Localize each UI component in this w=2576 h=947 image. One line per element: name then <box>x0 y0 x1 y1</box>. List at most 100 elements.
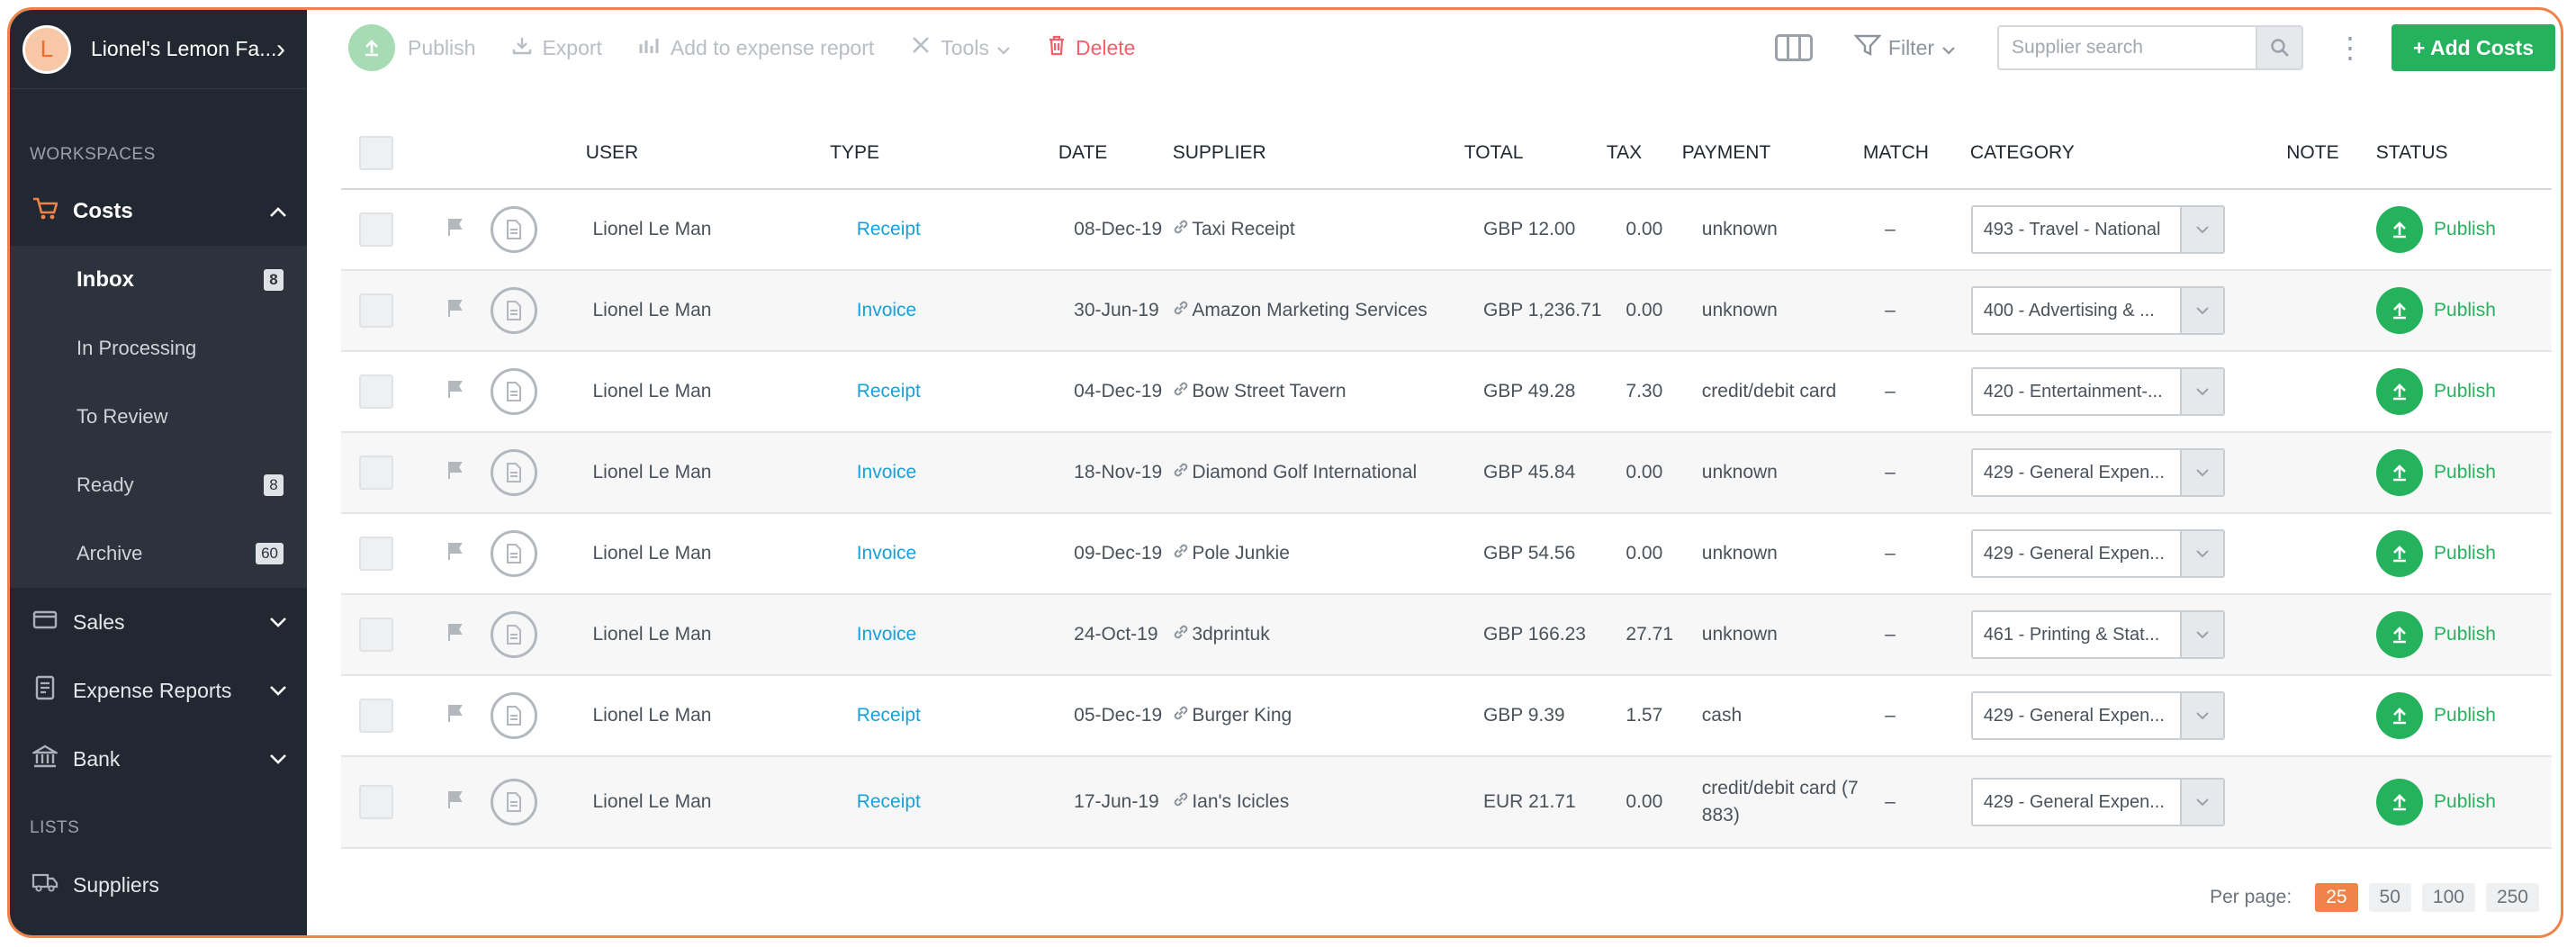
row-publish-button[interactable]: Publish <box>2376 206 2552 253</box>
subnav-to-review[interactable]: To Review <box>10 383 307 451</box>
header-status[interactable]: STATUS <box>2376 142 2552 164</box>
subnav-archive[interactable]: Archive 60 <box>10 519 307 588</box>
link-icon[interactable] <box>1172 542 1190 565</box>
org-switcher[interactable]: L Lionel's Lemon Fa... › <box>10 10 307 89</box>
header-note[interactable]: NOTE <box>2286 142 2376 164</box>
type-link[interactable]: Receipt <box>830 381 921 401</box>
link-icon[interactable] <box>1172 461 1190 484</box>
document-preview[interactable] <box>491 368 585 415</box>
flag-icon[interactable] <box>446 379 491 404</box>
nav-expense-reports[interactable]: Expense Reports <box>10 656 307 725</box>
row-publish-button[interactable]: Publish <box>2376 611 2552 658</box>
nav-costs[interactable]: Costs <box>10 177 307 246</box>
type-link[interactable]: Invoice <box>830 300 917 320</box>
type-link[interactable]: Receipt <box>830 791 921 812</box>
type-link[interactable]: Receipt <box>830 705 921 726</box>
link-icon[interactable] <box>1172 790 1190 814</box>
category-select[interactable]: 429 - General Expen... <box>1970 691 2225 740</box>
link-icon[interactable] <box>1172 623 1190 646</box>
header-type[interactable]: TYPE <box>830 142 1058 164</box>
table-row[interactable]: Lionel Le Man Invoice 30-Jun-19 Amazon M… <box>341 271 2552 352</box>
select-all-checkbox[interactable] <box>359 136 393 170</box>
table-row[interactable]: Lionel Le Man Invoice 09-Dec-19 Pole Jun… <box>341 514 2552 595</box>
row-checkbox[interactable] <box>359 785 393 819</box>
tools-dropdown[interactable]: Tools <box>910 34 1011 62</box>
document-preview[interactable] <box>491 692 585 739</box>
add-costs-button[interactable]: + Add Costs <box>2391 24 2555 71</box>
row-publish-button[interactable]: Publish <box>2376 287 2552 334</box>
nav-sales[interactable]: Sales <box>10 588 307 656</box>
link-icon[interactable] <box>1172 299 1190 322</box>
type-link[interactable]: Invoice <box>830 462 917 483</box>
row-publish-button[interactable]: Publish <box>2376 692 2552 739</box>
category-select[interactable]: 429 - General Expen... <box>1970 448 2225 497</box>
header-match[interactable]: MATCH <box>1863 142 1970 164</box>
type-link[interactable]: Invoice <box>830 624 917 645</box>
flag-icon[interactable] <box>446 460 491 485</box>
flag-icon[interactable] <box>446 789 491 815</box>
document-preview[interactable] <box>491 449 585 496</box>
table-row[interactable]: Lionel Le Man Receipt 04-Dec-19 Bow Stre… <box>341 352 2552 433</box>
document-preview[interactable] <box>491 287 585 334</box>
header-payment[interactable]: PAYMENT <box>1682 140 1863 167</box>
row-checkbox[interactable] <box>359 455 393 490</box>
more-options-icon[interactable]: ⋮ <box>2336 31 2364 65</box>
publish-button[interactable]: Publish <box>348 24 475 71</box>
link-icon[interactable] <box>1172 704 1190 727</box>
header-supplier[interactable]: SUPPLIER <box>1173 142 1464 164</box>
per-page-option[interactable]: 25 <box>2315 883 2358 912</box>
row-checkbox[interactable] <box>359 212 393 247</box>
category-select[interactable]: 429 - General Expen... <box>1970 529 2225 578</box>
document-preview[interactable] <box>491 611 585 658</box>
category-select[interactable]: 420 - Entertainment-... <box>1970 367 2225 416</box>
category-select[interactable]: 400 - Advertising & ... <box>1970 286 2225 335</box>
type-link[interactable]: Receipt <box>830 219 921 239</box>
subnav-ready[interactable]: Ready 8 <box>10 451 307 519</box>
document-preview[interactable] <box>491 530 585 577</box>
row-publish-button[interactable]: Publish <box>2376 368 2552 415</box>
category-select[interactable]: 493 - Travel - National <box>1970 205 2225 254</box>
subnav-inbox[interactable]: Inbox 8 <box>10 246 307 314</box>
subnav-in-processing[interactable]: In Processing <box>10 314 307 383</box>
table-row[interactable]: Lionel Le Man Invoice 24-Oct-19 3dprintu… <box>341 595 2552 676</box>
row-publish-button[interactable]: Publish <box>2376 449 2552 496</box>
row-publish-button[interactable]: Publish <box>2376 530 2552 577</box>
header-date[interactable]: DATE <box>1058 142 1173 164</box>
flag-icon[interactable] <box>446 298 491 323</box>
export-button[interactable]: Export <box>511 35 602 61</box>
flag-icon[interactable] <box>446 703 491 728</box>
link-icon[interactable] <box>1172 380 1190 403</box>
row-checkbox[interactable] <box>359 293 393 328</box>
flag-icon[interactable] <box>446 541 491 566</box>
link-icon[interactable] <box>1172 218 1190 241</box>
per-page-option[interactable]: 50 <box>2368 883 2411 912</box>
document-preview[interactable] <box>491 206 585 253</box>
delete-button[interactable]: Delete <box>1047 34 1135 62</box>
header-category[interactable]: CATEGORY <box>1970 142 2286 164</box>
row-checkbox[interactable] <box>359 699 393 733</box>
category-select[interactable]: 429 - General Expen... <box>1970 778 2225 826</box>
flag-icon[interactable] <box>446 622 491 647</box>
flag-icon[interactable] <box>446 217 491 242</box>
table-row[interactable]: Lionel Le Man Invoice 18-Nov-19 Diamond … <box>341 433 2552 514</box>
header-user[interactable]: USER <box>586 142 830 164</box>
row-checkbox[interactable] <box>359 374 393 409</box>
row-publish-button[interactable]: Publish <box>2376 779 2552 825</box>
table-row[interactable]: Lionel Le Man Receipt 17-Jun-19 Ian's Ic… <box>341 757 2552 849</box>
nav-bank[interactable]: Bank <box>10 725 307 793</box>
type-link[interactable]: Invoice <box>830 543 917 564</box>
filter-dropdown[interactable]: Filter <box>1853 33 1956 63</box>
per-page-option[interactable]: 250 <box>2485 883 2539 912</box>
document-preview[interactable] <box>491 779 585 825</box>
search-button[interactable] <box>2256 27 2302 68</box>
add-to-expense-report-button[interactable]: Add to expense report <box>638 35 874 61</box>
row-checkbox[interactable] <box>359 537 393 571</box>
category-select[interactable]: 461 - Printing & Stat... <box>1970 610 2225 659</box>
table-row[interactable]: Lionel Le Man Receipt 08-Dec-19 Taxi Rec… <box>341 190 2552 271</box>
per-page-option[interactable]: 100 <box>2421 883 2475 912</box>
columns-icon[interactable] <box>1774 34 1813 61</box>
header-tax[interactable]: TAX <box>1607 142 1682 164</box>
row-checkbox[interactable] <box>359 618 393 652</box>
header-total[interactable]: TOTAL <box>1464 142 1607 164</box>
supplier-search-input[interactable] <box>1999 27 2256 68</box>
